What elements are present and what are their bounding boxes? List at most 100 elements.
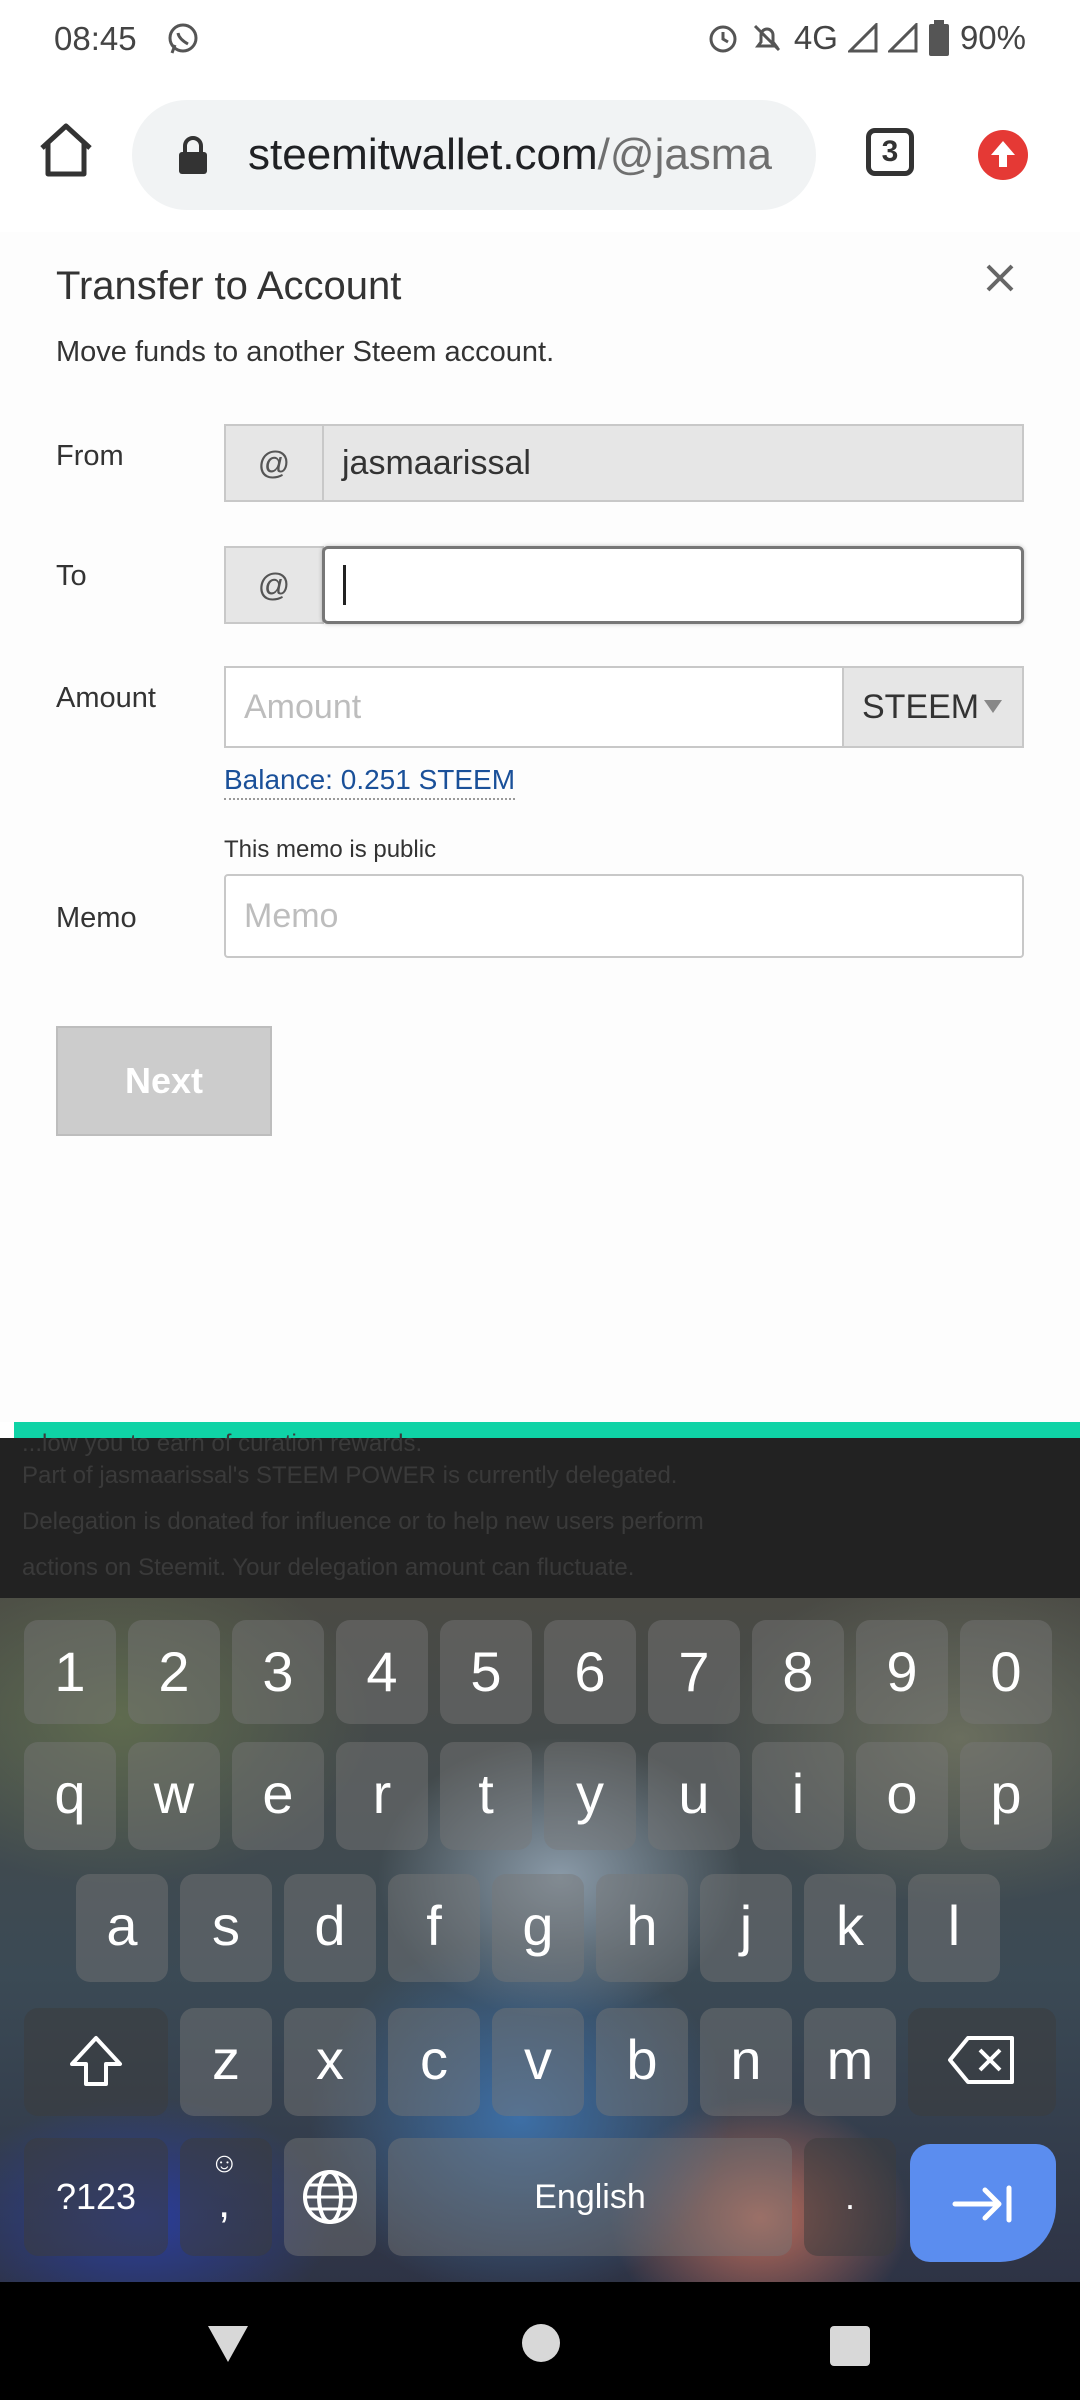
period-key[interactable]: .: [804, 2138, 896, 2256]
lock-icon: [179, 136, 207, 174]
key-6[interactable]: 6: [544, 1620, 636, 1724]
update-button[interactable]: [978, 130, 1028, 180]
key-3[interactable]: 3: [232, 1620, 324, 1724]
key-2[interactable]: 2: [128, 1620, 220, 1724]
key-8[interactable]: 8: [752, 1620, 844, 1724]
background-text-line: Delegation is donated for influence or t…: [22, 1508, 704, 1535]
status-bar: 08:45 4G 90%: [0, 0, 1080, 78]
smiley-icon: ☺: [210, 2147, 239, 2178]
soft-keyboard: 1 2 3 4 5 6 7 8 9 0 q w e r t y u i o p …: [0, 1598, 1080, 2282]
memo-placeholder: Memo: [244, 896, 339, 935]
amount-label: Amount: [56, 682, 156, 714]
amount-field[interactable]: Amount: [224, 666, 844, 748]
globe-icon: [303, 2170, 357, 2224]
key-j[interactable]: j: [700, 1874, 792, 1982]
shift-key[interactable]: [24, 2008, 168, 2116]
memo-field[interactable]: Memo: [224, 874, 1024, 958]
back-icon[interactable]: [204, 2322, 252, 2366]
key-o[interactable]: o: [856, 1742, 948, 1850]
battery-percent: 90%: [959, 19, 1026, 56]
space-key[interactable]: English: [388, 2138, 792, 2256]
key-7[interactable]: 7: [648, 1620, 740, 1724]
next-button[interactable]: Next: [56, 1026, 272, 1136]
browser-toolbar: steemitwallet.com/@jasma 3: [0, 78, 1080, 234]
notifications-off-icon: [753, 24, 780, 52]
key-5[interactable]: 5: [440, 1620, 532, 1724]
background-text-line: actions on Steemit. Your delegation amou…: [22, 1554, 635, 1581]
key-r[interactable]: r: [336, 1742, 428, 1850]
url-text[interactable]: steemitwallet.com/@jasma: [248, 130, 808, 180]
amount-placeholder: Amount: [244, 687, 362, 726]
url-host: steemitwallet.com: [248, 130, 598, 179]
key-a[interactable]: a: [76, 1874, 168, 1982]
network-type: 4G: [793, 19, 838, 56]
modal-title: Transfer to Account: [56, 264, 402, 308]
background-text-line: ...low you to earn of curation rewards.: [22, 1430, 423, 1457]
from-value: jasmaarissal: [342, 443, 531, 482]
enter-key[interactable]: [910, 2144, 1056, 2262]
key-4[interactable]: 4: [336, 1620, 428, 1724]
url-path: /@jasma: [597, 130, 772, 179]
key-i[interactable]: i: [752, 1742, 844, 1850]
language-key[interactable]: [284, 2138, 376, 2256]
key-z[interactable]: z: [180, 2008, 272, 2116]
key-m[interactable]: m: [804, 2008, 896, 2116]
from-field: jasmaarissal: [322, 424, 1024, 502]
key-9[interactable]: 9: [856, 1620, 948, 1724]
arrow-up-icon: [991, 141, 1015, 167]
memo-label: Memo: [56, 902, 137, 934]
emoji-comma-key[interactable]: ☺ ,: [180, 2138, 272, 2256]
key-n[interactable]: n: [700, 2008, 792, 2116]
next-field-icon: [952, 2185, 1012, 2223]
status-time: 08:45: [54, 20, 137, 57]
key-w[interactable]: w: [128, 1742, 220, 1850]
asset-value: STEEM: [862, 688, 980, 726]
text-cursor: [343, 565, 346, 605]
symbols-key[interactable]: ?123: [24, 2138, 168, 2256]
key-u[interactable]: u: [648, 1742, 740, 1850]
key-b[interactable]: b: [596, 2008, 688, 2116]
from-at-addon: @: [224, 424, 324, 502]
key-d[interactable]: d: [284, 1874, 376, 1982]
to-label: To: [56, 560, 87, 592]
key-t[interactable]: t: [440, 1742, 532, 1850]
close-icon[interactable]: [980, 258, 1020, 298]
navigation-bar: [0, 2282, 1080, 2400]
signal-icon: [847, 23, 878, 53]
key-g[interactable]: g: [492, 1874, 584, 1982]
memo-note: This memo is public: [224, 836, 437, 863]
whatsapp-icon: [168, 23, 198, 54]
to-field[interactable]: [322, 546, 1024, 624]
key-c[interactable]: c: [388, 2008, 480, 2116]
shift-icon: [70, 2036, 122, 2086]
modal-subtitle: Move funds to another Steem account.: [56, 336, 555, 368]
key-h[interactable]: h: [596, 1874, 688, 1982]
signal-icon-2: [887, 23, 918, 53]
key-p[interactable]: p: [960, 1742, 1052, 1850]
backspace-icon: [948, 2036, 1014, 2084]
balance-link[interactable]: Balance: 0.251 STEEM: [224, 764, 516, 800]
key-k[interactable]: k: [804, 1874, 896, 1982]
key-q[interactable]: q: [24, 1742, 116, 1850]
recents-icon[interactable]: [830, 2326, 870, 2366]
home-icon[interactable]: [34, 118, 98, 182]
key-v[interactable]: v: [492, 2008, 584, 2116]
comma-label: ,: [218, 2178, 231, 2227]
key-1[interactable]: 1: [24, 1620, 116, 1724]
address-bar[interactable]: steemitwallet.com/@jasma: [132, 100, 816, 210]
key-s[interactable]: s: [180, 1874, 272, 1982]
to-at-addon: @: [224, 546, 324, 624]
backspace-key[interactable]: [908, 2008, 1056, 2116]
from-label: From: [56, 440, 124, 472]
battery-icon: [928, 20, 949, 56]
home-nav-icon[interactable]: [522, 2324, 560, 2362]
key-y[interactable]: y: [544, 1742, 636, 1850]
key-f[interactable]: f: [388, 1874, 480, 1982]
alarm-icon: [709, 25, 737, 53]
key-x[interactable]: x: [284, 2008, 376, 2116]
asset-select[interactable]: STEEM: [842, 666, 1024, 748]
key-0[interactable]: 0: [960, 1620, 1052, 1724]
tab-switcher-button[interactable]: 3: [866, 128, 914, 176]
key-l[interactable]: l: [908, 1874, 1000, 1982]
key-e[interactable]: e: [232, 1742, 324, 1850]
